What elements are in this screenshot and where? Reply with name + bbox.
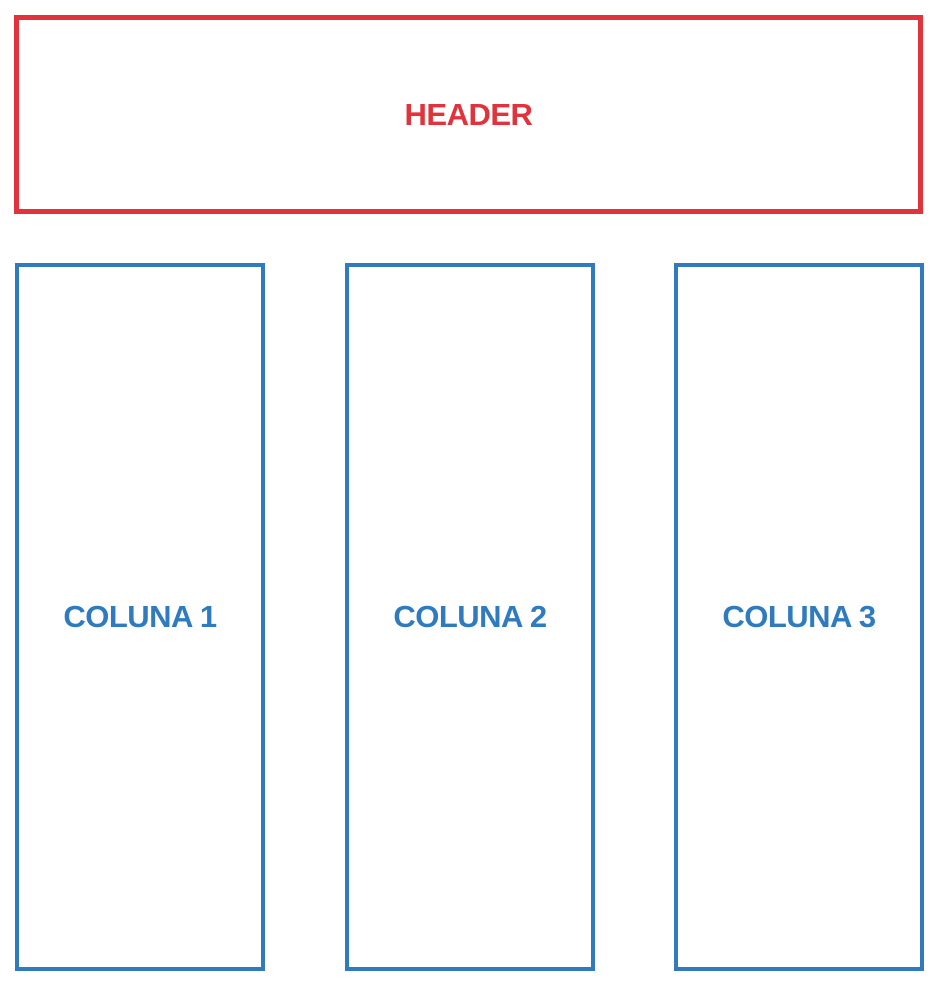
header-box: HEADER bbox=[14, 15, 923, 214]
header-label: HEADER bbox=[404, 96, 533, 132]
column-1-box: COLUNA 1 bbox=[15, 263, 265, 971]
column-3-label: COLUNA 3 bbox=[722, 599, 876, 634]
column-1-label: COLUNA 1 bbox=[63, 599, 217, 634]
column-2-label: COLUNA 2 bbox=[393, 599, 547, 634]
column-3-box: COLUNA 3 bbox=[674, 263, 924, 971]
column-2-box: COLUNA 2 bbox=[345, 263, 595, 971]
